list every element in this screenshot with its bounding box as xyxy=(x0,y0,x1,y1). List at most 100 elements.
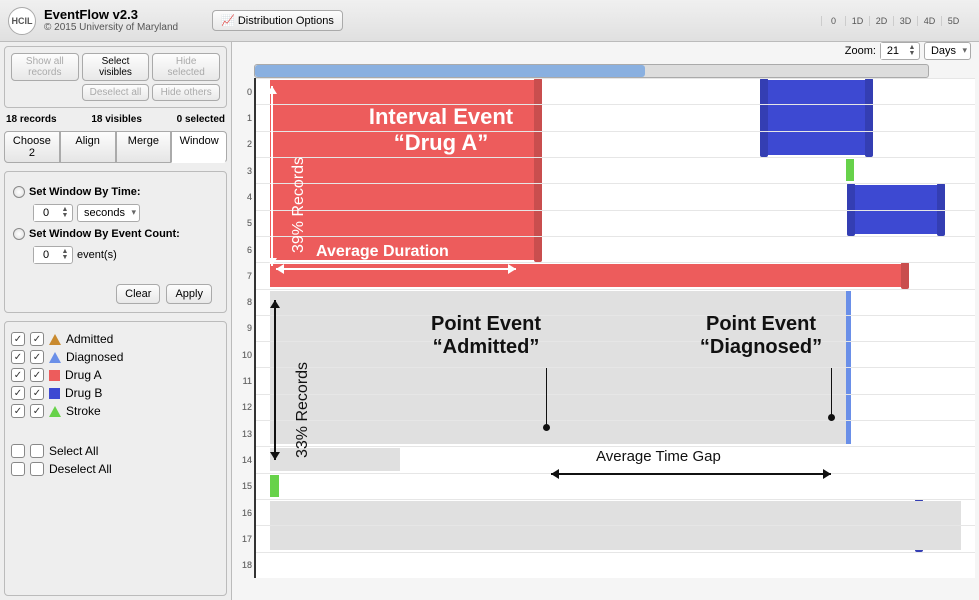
distribution-options-button[interactable]: 📈 Distribution Options xyxy=(212,10,343,31)
legend-label: Diagnosed xyxy=(66,350,123,364)
row-label: 16 xyxy=(234,508,252,518)
selected-count: 0 selected xyxy=(177,114,225,125)
hide-others-button[interactable]: Hide others xyxy=(152,84,220,101)
window-by-time-radio[interactable] xyxy=(13,186,25,198)
visibles-count: 18 visibles xyxy=(91,114,142,125)
select-all-checkbox[interactable] xyxy=(11,444,25,458)
anno-pct-a: 39% Records xyxy=(290,157,308,253)
legend-symbol-icon xyxy=(49,406,61,417)
select-all-label: Select All xyxy=(49,444,98,458)
legend-item-drug-a: Drug A xyxy=(11,368,220,382)
legend-checkbox[interactable] xyxy=(30,404,44,418)
row-label: 1 xyxy=(234,113,252,123)
chart-row: 0 xyxy=(256,78,975,104)
zoom-input[interactable] xyxy=(881,43,905,59)
legend-checkbox[interactable] xyxy=(11,332,25,346)
chart-row: 1 xyxy=(256,104,975,130)
row-label: 2 xyxy=(234,139,252,149)
deselect-all-checkbox-2[interactable] xyxy=(30,462,44,476)
row-label: 17 xyxy=(234,534,252,544)
row-label: 4 xyxy=(234,192,252,202)
row-label: 9 xyxy=(234,323,252,333)
chart-row: 16 xyxy=(256,499,975,525)
row-label: 14 xyxy=(234,455,252,465)
legend-label: Drug A xyxy=(65,368,102,382)
row-label: 7 xyxy=(234,271,252,281)
timeline-chart: 0123456789101112131415161718 01234567891… xyxy=(254,78,975,578)
legend-checkbox[interactable] xyxy=(30,386,44,400)
legend-checkbox[interactable] xyxy=(11,350,25,364)
spinner-arrows-icon[interactable]: ▲▼ xyxy=(58,207,72,219)
window-count-unit: event(s) xyxy=(77,249,117,261)
deselect-all-button[interactable]: Deselect all xyxy=(82,84,150,101)
chart-row: 17 xyxy=(256,525,975,551)
clear-button[interactable]: Clear xyxy=(116,284,160,304)
chart-row: 13 xyxy=(256,420,975,446)
legend-checkbox[interactable] xyxy=(30,350,44,364)
legend-label: Admitted xyxy=(66,332,113,346)
chart-row: 15 xyxy=(256,473,975,499)
legend-symbol-icon xyxy=(49,334,61,345)
window-by-count-radio[interactable] xyxy=(13,228,25,240)
hide-selected-button[interactable]: Hide selected xyxy=(152,53,220,81)
window-count-spinner[interactable]: ▲▼ xyxy=(33,246,73,264)
spinner-arrows-icon[interactable]: ▲▼ xyxy=(905,45,919,57)
time-ruler: 01D2D3D4D5D xyxy=(351,16,971,26)
legend-checkbox[interactable] xyxy=(11,404,25,418)
tab-bar: Choose 2 Align Merge Window xyxy=(4,131,227,163)
window-time-input[interactable] xyxy=(34,205,58,221)
legend-item-admitted: Admitted xyxy=(11,332,220,346)
chart-row: 8 xyxy=(256,289,975,315)
window-time-spinner[interactable]: ▲▼ xyxy=(33,204,73,222)
legend-checkbox[interactable] xyxy=(11,368,25,382)
tab-choose-2[interactable]: Choose 2 xyxy=(4,131,60,163)
anno-pct-a-arrow xyxy=(271,86,273,266)
legend-item-diagnosed: Diagnosed xyxy=(11,350,220,364)
legend-item-stroke: Stroke xyxy=(11,404,220,418)
anno-pct-b-arrow xyxy=(274,300,276,460)
row-label: 10 xyxy=(234,350,252,360)
legend-checkbox[interactable] xyxy=(30,368,44,382)
legend-checkbox[interactable] xyxy=(30,332,44,346)
anno-avg-duration-arrow xyxy=(276,268,516,270)
apply-button[interactable]: Apply xyxy=(166,284,212,304)
anno-avg-gap-arrow xyxy=(551,473,831,475)
tab-merge[interactable]: Merge xyxy=(116,131,172,163)
anno-point-b-leader xyxy=(831,368,832,418)
deselect-all-checkbox[interactable] xyxy=(11,462,25,476)
tab-align[interactable]: Align xyxy=(60,131,116,163)
row-label: 3 xyxy=(234,166,252,176)
row-label: 6 xyxy=(234,245,252,255)
legend-symbol-icon xyxy=(49,388,60,399)
zoom-unit-select[interactable]: Days xyxy=(924,42,971,60)
chart-row: 2 xyxy=(256,131,975,157)
chart-row: 10 xyxy=(256,341,975,367)
scrollbar-thumb[interactable] xyxy=(255,65,645,77)
deselect-all-label: Deselect All xyxy=(49,462,112,476)
zoom-spinner[interactable]: ▲▼ xyxy=(880,42,920,60)
window-by-count-label: Set Window By Event Count: xyxy=(29,228,180,240)
chart-row: 7 xyxy=(256,262,975,288)
app-logo: HCIL xyxy=(8,7,36,35)
show-all-records-button[interactable]: Show all records xyxy=(11,53,79,81)
chart-row: 5 xyxy=(256,210,975,236)
row-label: 12 xyxy=(234,402,252,412)
legend-checkbox[interactable] xyxy=(11,386,25,400)
window-time-unit-select[interactable]: seconds xyxy=(77,204,140,222)
horizontal-scrollbar[interactable] xyxy=(254,64,929,78)
legend-label: Stroke xyxy=(66,404,101,418)
spinner-arrows-icon[interactable]: ▲▼ xyxy=(58,249,72,261)
chart-row: 11 xyxy=(256,367,975,393)
select-all-checkbox-2[interactable] xyxy=(30,444,44,458)
zoom-label: Zoom: xyxy=(845,45,876,57)
window-count-input[interactable] xyxy=(34,247,58,263)
copyright: © 2015 University of Maryland xyxy=(44,22,178,34)
chart-row: 4 xyxy=(256,183,975,209)
legend-item-drug-b: Drug B xyxy=(11,386,220,400)
chart-row: 6 xyxy=(256,236,975,262)
row-label: 15 xyxy=(234,481,252,491)
select-visibles-button[interactable]: Select visibles xyxy=(82,53,150,81)
row-label: 0 xyxy=(234,87,252,97)
anno-avg-gap: Average Time Gap xyxy=(596,448,721,465)
tab-window[interactable]: Window xyxy=(171,131,227,163)
